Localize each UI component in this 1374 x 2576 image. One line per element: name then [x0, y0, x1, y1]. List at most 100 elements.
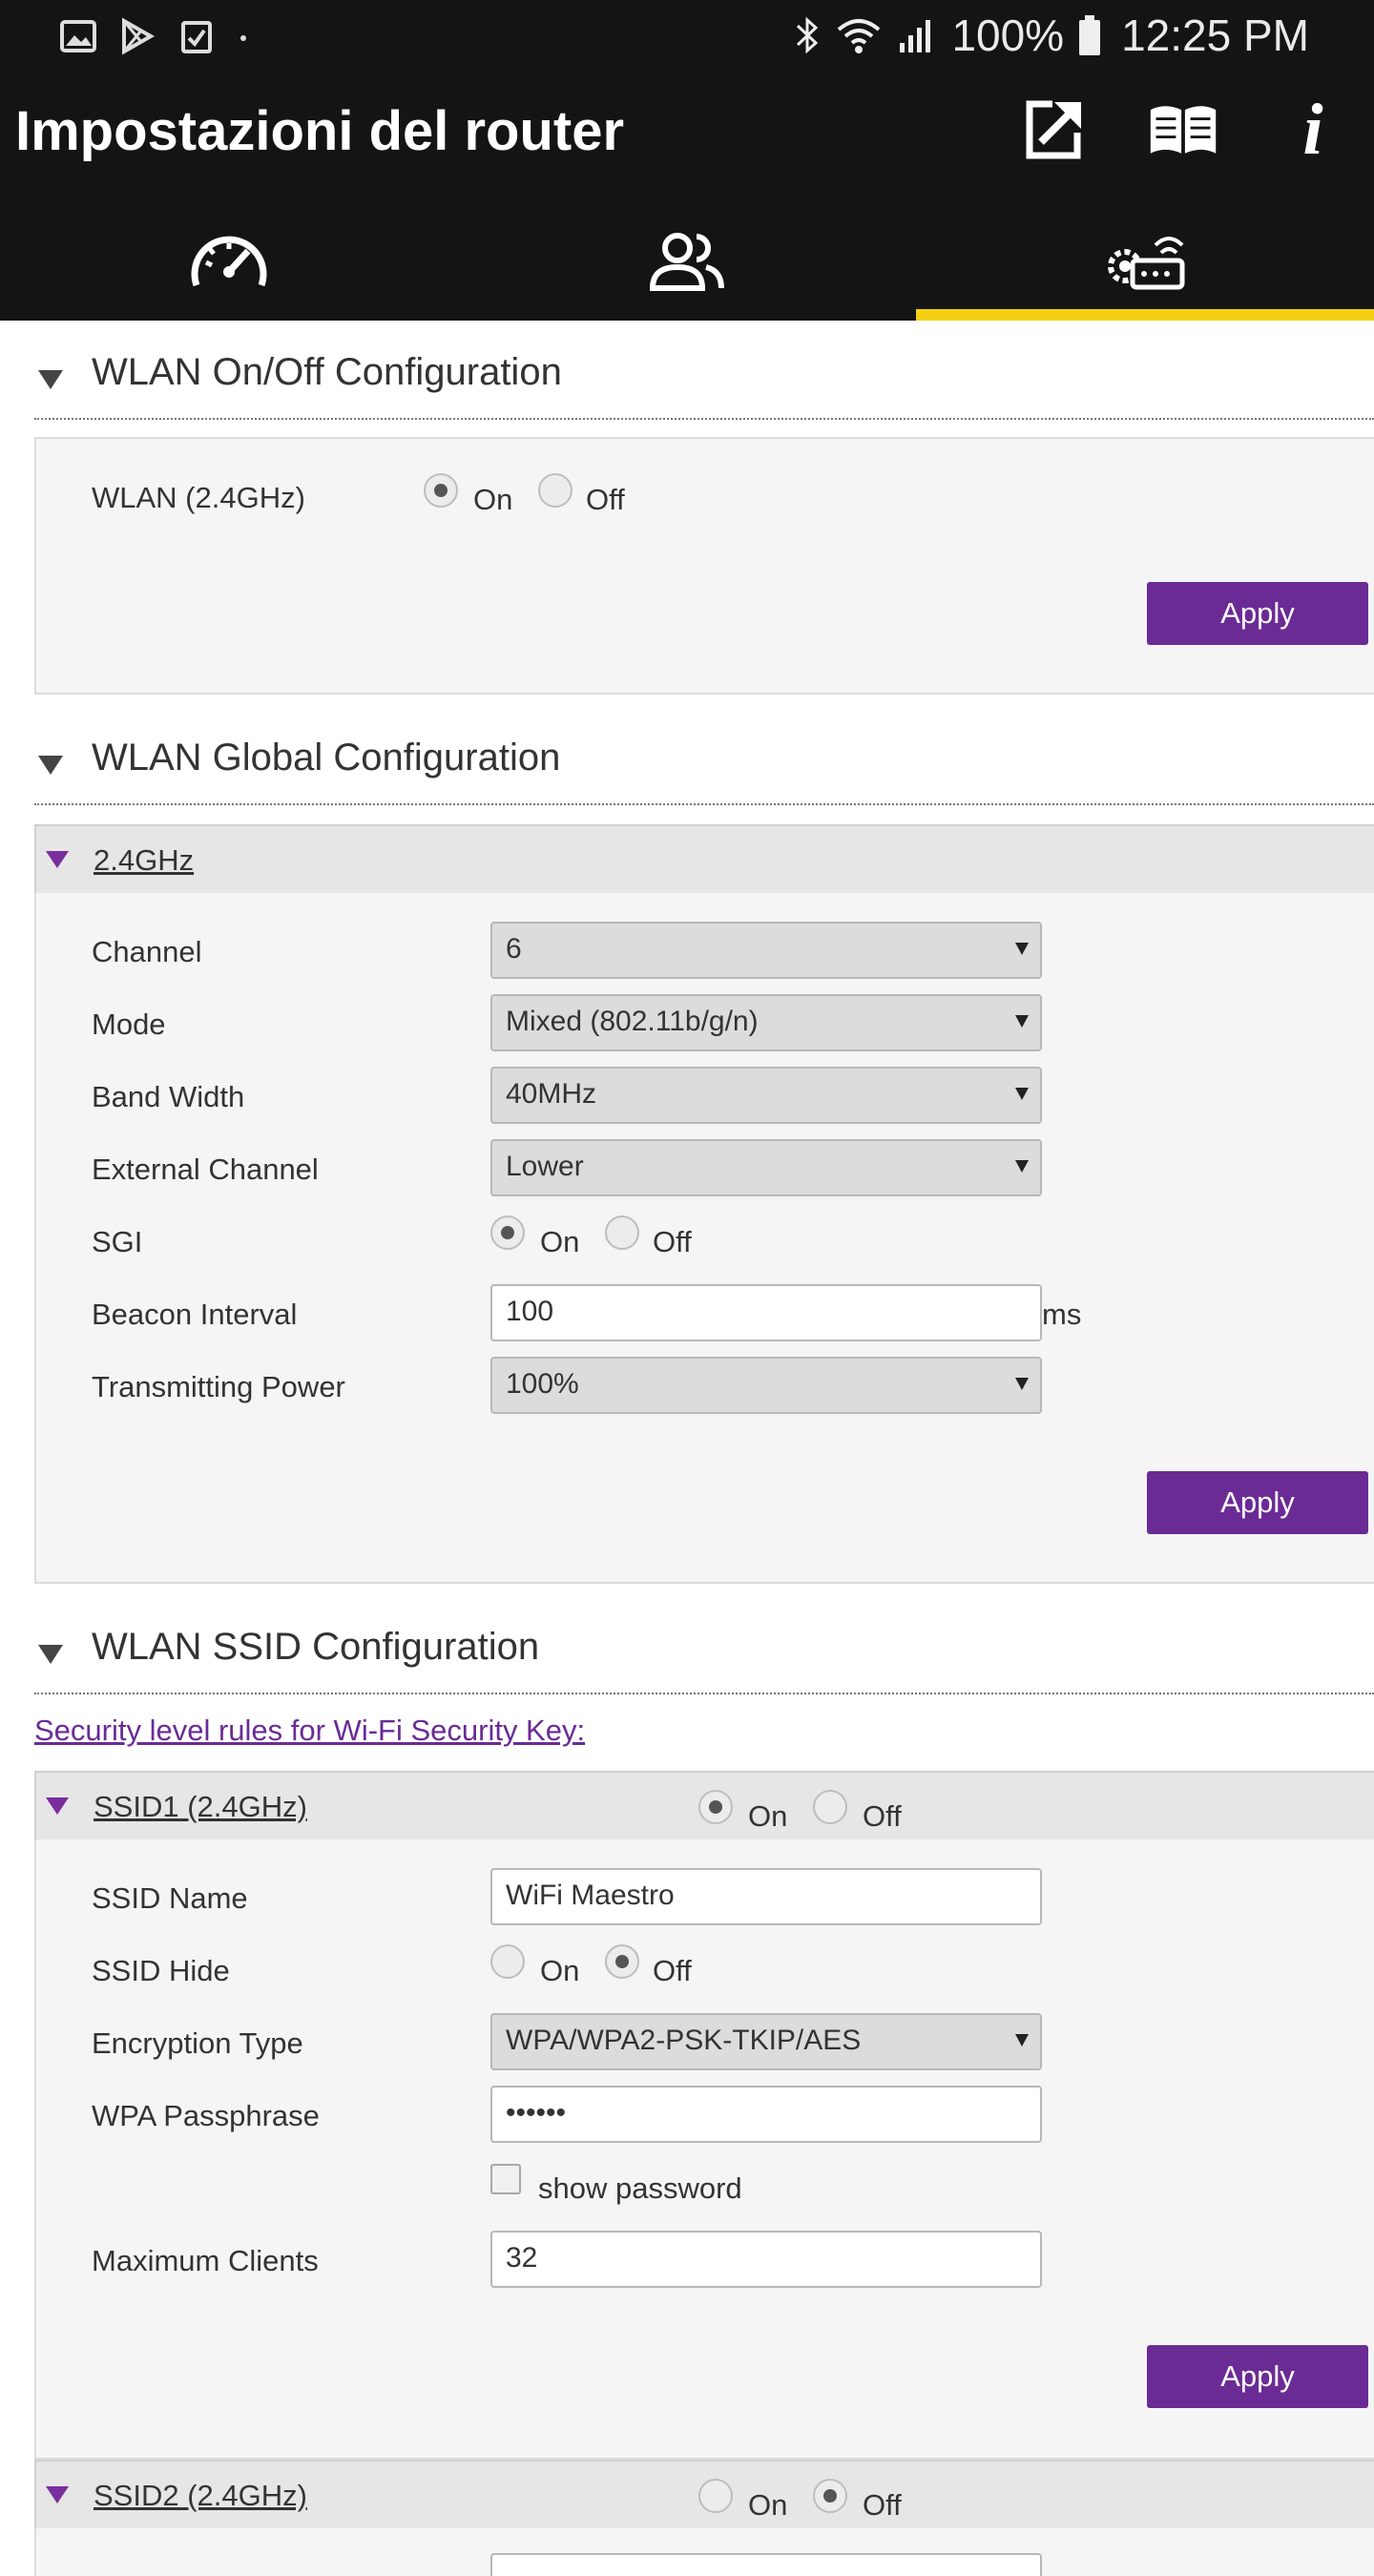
sgi-off-label: Off	[653, 1225, 692, 1258]
beacon-label: Beacon Interval	[92, 1298, 298, 1331]
ssid1-header[interactable]: SSID1 (2.4GHz) On Off	[34, 1771, 1374, 1841]
mode-value: Mixed (802.11b/g/n)	[506, 1006, 759, 1037]
dropdown-arrow-icon	[1015, 943, 1029, 955]
tasks-icon	[181, 21, 212, 53]
ssid2-panel	[34, 2528, 1374, 2576]
gallery-icon	[60, 20, 96, 52]
encryption-value: WPA/WPA2-PSK-TKIP/AES	[506, 2025, 862, 2056]
dropdown-arrow-icon	[1015, 1015, 1029, 1028]
bandwidth-select[interactable]: 40MHz	[490, 1067, 1042, 1124]
power-label: Transmitting Power	[92, 1370, 345, 1403]
tab-users[interactable]	[458, 202, 916, 321]
page-title: Impostazioni del router	[15, 100, 625, 162]
collapse-triangle-icon	[38, 756, 63, 775]
ssid-hide-label: SSID Hide	[92, 1954, 230, 1987]
external-link-icon[interactable]	[1017, 92, 1090, 168]
ssid1-off-label: Off	[863, 1799, 902, 1833]
ssid-hide-off-label: Off	[653, 1954, 692, 1987]
ext-channel-value: Lower	[506, 1151, 584, 1182]
ssid2-off-label: Off	[863, 2488, 902, 2522]
ext-channel-select[interactable]: Lower	[490, 1139, 1042, 1196]
wlan-onoff-panel: WLAN (2.4GHz) On Off Apply	[34, 437, 1374, 695]
collapse-triangle-icon	[38, 1645, 63, 1664]
signal-icon	[900, 20, 931, 52]
section-title: WLAN On/Off Configuration	[92, 351, 562, 393]
mode-select[interactable]: Mixed (802.11b/g/n)	[490, 994, 1042, 1051]
bandwidth-label: Band Width	[92, 1080, 245, 1113]
tab-speed[interactable]	[0, 202, 458, 321]
ssid-name-input[interactable]: WiFi Maestro	[490, 1868, 1042, 1925]
section-title: WLAN Global Configuration	[92, 737, 561, 779]
sgi-on-radio[interactable]	[490, 1215, 525, 1250]
wlan-global-panel: Channel 6 Mode Mixed (802.11b/g/n) Band …	[34, 893, 1374, 1584]
apply-button[interactable]: Apply	[1147, 2345, 1368, 2408]
collapse-triangle-icon	[46, 851, 69, 868]
clock: 12:25 PM	[1121, 10, 1309, 60]
security-rules-link[interactable]: Security level rules for Wi-Fi Security …	[34, 1714, 585, 1748]
ssid1-panel: SSID Name WiFi Maestro SSID Hide On Off …	[34, 1839, 1374, 2460]
ssid-hide-on-label: On	[540, 1954, 580, 1987]
encryption-label: Encryption Type	[92, 2026, 303, 2060]
ssid1-on-radio[interactable]	[698, 1790, 733, 1824]
ssid-name-label: SSID Name	[92, 1881, 248, 1915]
beacon-unit: ms	[1042, 1298, 1082, 1331]
band-24ghz-header[interactable]: 2.4GHz	[34, 824, 1374, 895]
apply-button[interactable]: Apply	[1147, 1471, 1368, 1534]
play-store-icon	[122, 17, 156, 55]
passphrase-input[interactable]: ••••••	[490, 2086, 1042, 2143]
wlan-label: WLAN (2.4GHz)	[92, 481, 305, 514]
dropdown-arrow-icon	[1015, 1160, 1029, 1173]
tab-router-settings[interactable]	[916, 202, 1374, 321]
ssid2-header[interactable]: SSID2 (2.4GHz) On Off	[34, 2460, 1374, 2530]
collapse-triangle-icon	[46, 1797, 69, 1815]
wlan-on-label: On	[473, 483, 513, 516]
band-title: 2.4GHz	[94, 843, 195, 877]
manual-book-icon[interactable]	[1147, 92, 1219, 168]
bandwidth-value: 40MHz	[506, 1078, 597, 1110]
status-right: 100% 12:25 PM	[793, 10, 1309, 61]
show-password-checkbox[interactable]	[490, 2164, 521, 2194]
ssid2-on-radio[interactable]	[698, 2479, 733, 2513]
max-clients-input[interactable]: 32	[490, 2231, 1042, 2288]
ssid-hide-on-radio[interactable]	[490, 1944, 525, 1979]
dropdown-arrow-icon	[1015, 1378, 1029, 1390]
notification-icons	[59, 17, 250, 55]
max-clients-label: Maximum Clients	[92, 2244, 319, 2277]
encryption-select[interactable]: WPA/WPA2-PSK-TKIP/AES	[490, 2013, 1042, 2070]
ext-channel-label: External Channel	[92, 1153, 319, 1186]
sgi-on-label: On	[540, 1225, 580, 1258]
collapse-triangle-icon	[46, 2486, 69, 2503]
beacon-input[interactable]: 100	[490, 1284, 1042, 1341]
ssid-hide-off-radio[interactable]	[605, 1944, 639, 1979]
header-actions: i	[1017, 90, 1349, 170]
channel-label: Channel	[92, 935, 202, 968]
ssid1-title: SSID1 (2.4GHz)	[94, 1790, 307, 1823]
section-wlan-global-header[interactable]: WLAN Global Configuration	[34, 710, 1374, 805]
power-select[interactable]: 100%	[490, 1357, 1042, 1414]
battery-percent: 100%	[951, 10, 1065, 60]
main-tabs	[0, 202, 1374, 321]
wlan-off-radio[interactable]	[538, 473, 572, 508]
channel-value: 6	[506, 933, 522, 965]
ssid2-on-label: On	[748, 2488, 788, 2522]
channel-select[interactable]: 6	[490, 922, 1042, 979]
section-wlan-ssid-header[interactable]: WLAN SSID Configuration	[34, 1599, 1374, 1694]
mode-label: Mode	[92, 1008, 166, 1041]
info-icon[interactable]: i	[1277, 90, 1349, 170]
passphrase-label: WPA Passphrase	[92, 2099, 320, 2132]
ssid2-name-input-partial[interactable]	[490, 2553, 1042, 2576]
ssid2-off-radio[interactable]	[813, 2479, 847, 2513]
ssid1-off-radio[interactable]	[813, 1790, 847, 1824]
apply-button[interactable]: Apply	[1147, 582, 1368, 645]
wlan-on-radio[interactable]	[424, 473, 458, 508]
dropdown-arrow-icon	[1015, 1088, 1029, 1100]
dot-icon	[240, 35, 246, 41]
dropdown-arrow-icon	[1015, 2034, 1029, 2046]
ssid2-title: SSID2 (2.4GHz)	[94, 2479, 307, 2512]
bluetooth-icon	[797, 16, 819, 54]
wifi-icon	[838, 19, 881, 53]
speedometer-icon	[191, 236, 267, 287]
app-header: 100% 12:25 PM Impostazioni del router i	[0, 0, 1374, 321]
section-wlan-onoff-header[interactable]: WLAN On/Off Configuration	[34, 324, 1374, 420]
sgi-off-radio[interactable]	[605, 1215, 639, 1250]
